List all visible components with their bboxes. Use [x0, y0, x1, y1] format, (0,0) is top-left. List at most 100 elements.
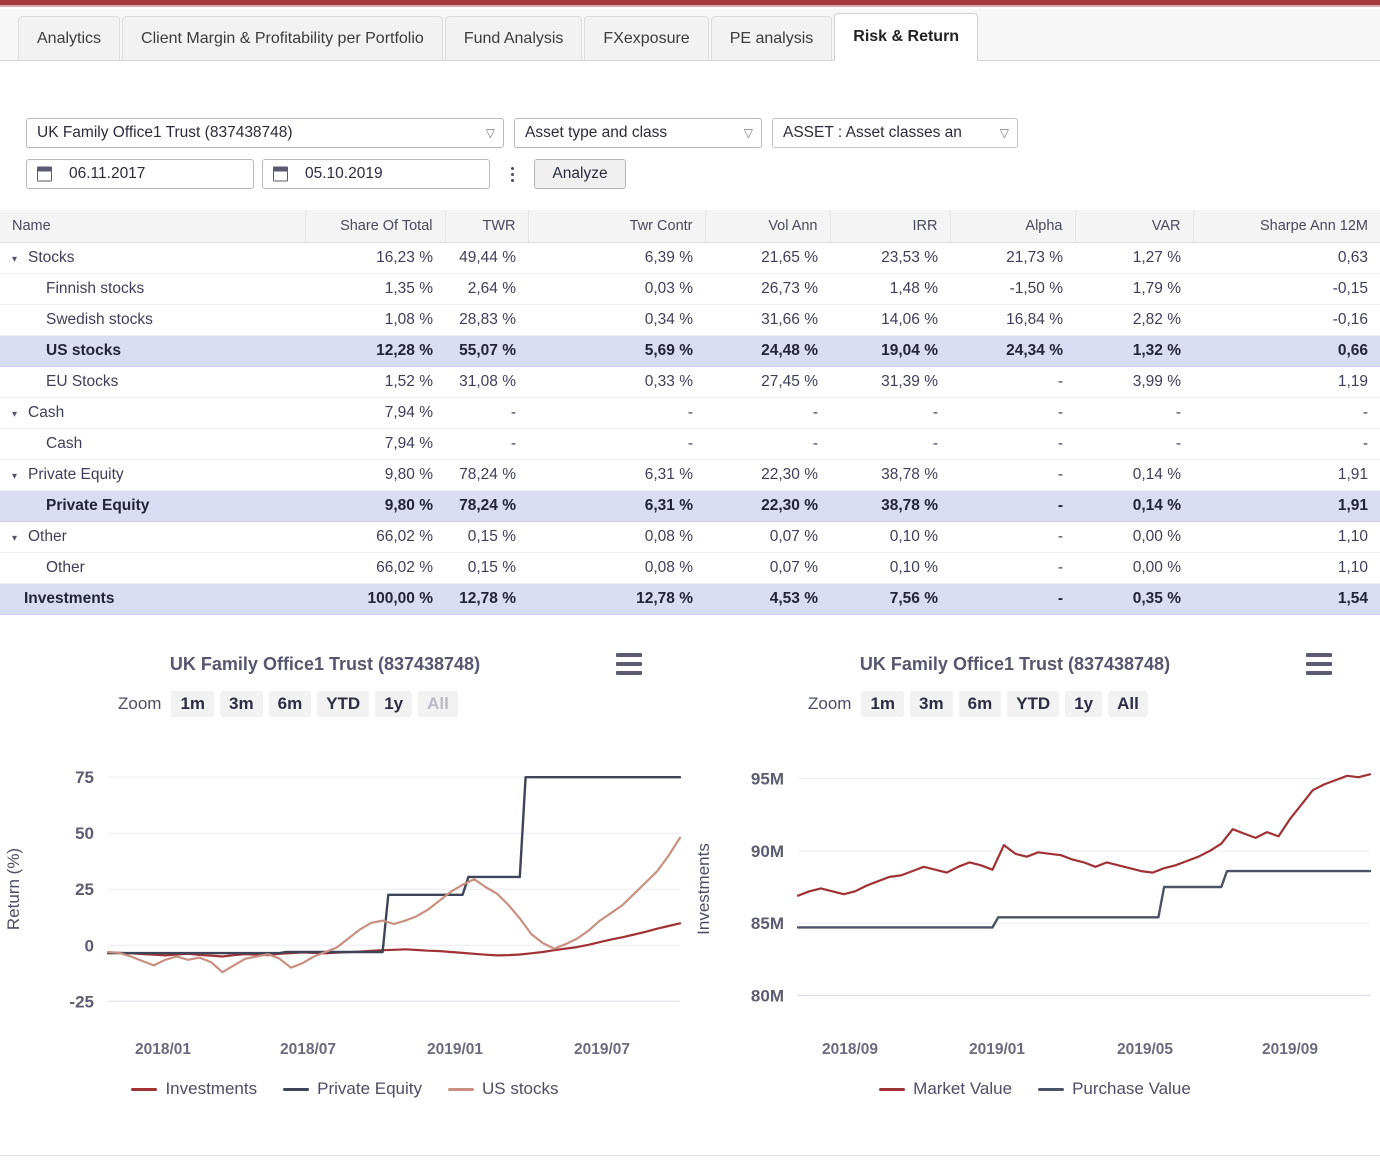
hamburger-menu-icon[interactable] [1306, 653, 1332, 675]
zoom-6m-button[interactable]: 6m [958, 691, 1002, 717]
cell-sharpe-ann-12m: 1,19 [1193, 366, 1380, 398]
zoom-6m-button[interactable]: 6m [268, 691, 312, 717]
y-axis-tick-label: 25 [75, 880, 94, 899]
value-chart-svg: 95M 90M 85M 80M [751, 770, 1372, 1005]
bottom-divider [0, 1155, 1380, 1156]
date-from-value: 06.11.2017 [69, 165, 146, 182]
zoom-all-button[interactable]: All [1108, 691, 1148, 717]
more-options-icon[interactable] [502, 159, 522, 189]
return-chart-title: UK Family Office1 Trust (837438748) [169, 654, 481, 674]
tab-risk-and-return[interactable]: Risk & Return [834, 13, 979, 61]
legend-item-private-equity[interactable]: Private Equity [283, 1079, 422, 1099]
cell-var: 0,35 % [1075, 583, 1193, 615]
legend-item-purchase-value[interactable]: Purchase Value [1038, 1079, 1191, 1099]
expand-collapse-caret-icon[interactable]: ▾ [12, 471, 24, 482]
column-header-twr-contr[interactable]: Twr Contr [528, 210, 706, 243]
zoom-1y-button[interactable]: 1y [1065, 691, 1103, 717]
cell-twr-contr: 0,03 % [528, 273, 705, 305]
cell-sharpe-ann-12m: -0,15 [1193, 273, 1380, 305]
cell-share-of-total: 7,94 % [305, 428, 445, 460]
cell-var: 0,00 % [1075, 552, 1193, 584]
row-name-label: Cash [46, 434, 83, 452]
column-header-twr[interactable]: TWR [445, 210, 529, 243]
cell-alpha: 21,73 % [950, 242, 1075, 274]
column-header-irr[interactable]: IRR [830, 210, 951, 243]
tab-pe-analysis[interactable]: PE analysis [710, 16, 833, 60]
expand-collapse-caret-icon[interactable]: ▾ [12, 254, 24, 265]
table-row[interactable]: ▾ Cash 7,94 % - - - - - - - [0, 397, 1380, 429]
expand-collapse-caret-icon[interactable]: ▾ [12, 533, 24, 544]
legend-item-us-stocks[interactable]: US stocks [448, 1079, 559, 1099]
cell-var: 1,32 % [1075, 335, 1193, 367]
main-tab-bar: Analytics Client Margin & Profitability … [0, 9, 1380, 61]
zoom-1y-button[interactable]: 1y [375, 691, 413, 717]
tab-analytics[interactable]: Analytics [18, 16, 121, 60]
column-header-share-of-total[interactable]: Share Of Total [305, 210, 446, 243]
cell-vol-ann: - [705, 428, 830, 460]
tab-fund-analysis[interactable]: Fund Analysis [444, 16, 583, 60]
cell-share-of-total: 1,08 % [305, 304, 445, 336]
table-row[interactable]: ▾ Stocks 16,23 % 49,44 % 6,39 % 21,65 % 23,53 … [0, 242, 1380, 274]
cell-twr: 49,44 % [445, 242, 528, 274]
top-accent-bar [0, 0, 1380, 7]
zoom-1m-button[interactable]: 1m [861, 691, 905, 717]
column-header-name[interactable]: Name [0, 210, 306, 243]
expand-collapse-caret-icon[interactable]: ▾ [12, 409, 24, 420]
zoom-ytd-button[interactable]: YTD [317, 691, 370, 717]
table-row[interactable]: ▾ Private Equity 9,80 % 78,24 % 6,31 % 22,30 … [0, 459, 1380, 491]
column-header-alpha[interactable]: Alpha [950, 210, 1076, 243]
table-header-row: Name Share Of Total TWR Twr Contr Vol An… [0, 210, 1380, 243]
date-to-input[interactable]: 05.10.2019 [262, 159, 490, 189]
column-header-sharpe-ann-12m[interactable]: Sharpe Ann 12M [1193, 210, 1380, 243]
table-row[interactable]: US stocks 12,28 % 55,07 % 5,69 % 24,48 % 19,0… [0, 335, 1380, 367]
legend-item-investments[interactable]: Investments [131, 1079, 257, 1099]
zoom-all-button[interactable]: All [418, 691, 458, 717]
zoom-ytd-button[interactable]: YTD [1007, 691, 1060, 717]
table-row[interactable]: Other 66,02 % 0,15 % 0,08 % 0,07 % 0,10 % -0,0… [0, 552, 1380, 584]
table-row[interactable]: Finnish stocks 1,35 % 2,64 % 0,03 % 26,73 % 1… [0, 273, 1380, 305]
grouping-select[interactable]: Asset type and class ▽ [514, 118, 762, 148]
hamburger-menu-icon[interactable] [616, 653, 642, 675]
table-row[interactable]: Cash 7,94 % - - - - - - - [0, 428, 1380, 460]
legend-swatch [1038, 1087, 1065, 1091]
tab-client-margin[interactable]: Client Margin & Profitability per Portfo… [122, 16, 443, 60]
table-row[interactable]: ▾ Other 66,02 % 0,15 % 0,08 % 0,07 % 0,10 % -0,… [0, 521, 1380, 553]
x-axis-tick-label: 2019/09 [1261, 1041, 1319, 1058]
legend-swatch [448, 1087, 474, 1091]
portfolio-select[interactable]: UK Family Office1 Trust (837438748) ▽ [26, 118, 504, 148]
table-row[interactable]: Swedish stocks 1,08 % 28,83 % 0,34 % 31,66 %… [0, 304, 1380, 336]
cell-sharpe-ann-12m: 1,10 [1193, 521, 1380, 553]
x-axis-tick-label: 2018/01 [134, 1041, 192, 1058]
cell-irr: 31,39 % [830, 366, 950, 398]
legend-swatch [283, 1087, 310, 1091]
analyze-button[interactable]: Analyze [534, 159, 626, 189]
table-row[interactable]: Private Equity 9,80 % 78,24 % 6,31 % 22,30 %… [0, 490, 1380, 522]
value-chart-title: UK Family Office1 Trust (837438748) [859, 654, 1171, 674]
calendar-icon [273, 166, 288, 182]
cell-alpha: - [950, 397, 1075, 429]
cell-vol-ann: 0,07 % [705, 552, 830, 584]
asset-class-select[interactable]: ASSET : Asset classes an ▽ [772, 118, 1018, 148]
date-from-input[interactable]: 06.11.2017 [26, 159, 254, 189]
cell-sharpe-ann-12m: - [1193, 397, 1380, 429]
column-header-var[interactable]: VAR [1075, 210, 1194, 243]
return-chart-svg: 75 50 25 0 -25 [69, 768, 682, 1011]
x-axis-tick-label: 2018/07 [279, 1041, 337, 1058]
value-chart-zoom-controls: Zoom 1m 3m 6m YTD 1y All [690, 691, 1380, 717]
legend-item-market-value[interactable]: Market Value [879, 1079, 1012, 1099]
row-name-cell: Other [0, 552, 305, 584]
tab-fxexposure[interactable]: FXexposure [584, 16, 709, 60]
zoom-label: Zoom [118, 694, 162, 713]
zoom-3m-button[interactable]: 3m [910, 691, 953, 717]
table-row[interactable]: EU Stocks 1,52 % 31,08 % 0,33 % 27,45 % 31,39… [0, 366, 1380, 398]
zoom-3m-button[interactable]: 3m [220, 691, 263, 717]
series-line-market-value [796, 773, 1372, 897]
cell-sharpe-ann-12m: 1,10 [1193, 552, 1380, 584]
y-axis-tick-label: 50 [75, 824, 94, 843]
cell-vol-ann: 22,30 % [705, 459, 830, 491]
zoom-1m-button[interactable]: 1m [171, 691, 215, 717]
cell-irr: 14,06 % [830, 304, 950, 336]
asset-class-select-value: ASSET : Asset classes an [783, 124, 962, 141]
column-header-vol-ann[interactable]: Vol Ann [705, 210, 831, 243]
table-row[interactable]: Investments 100,00 % 12,78 % 12,78 % 4,53 % 7… [0, 583, 1380, 615]
